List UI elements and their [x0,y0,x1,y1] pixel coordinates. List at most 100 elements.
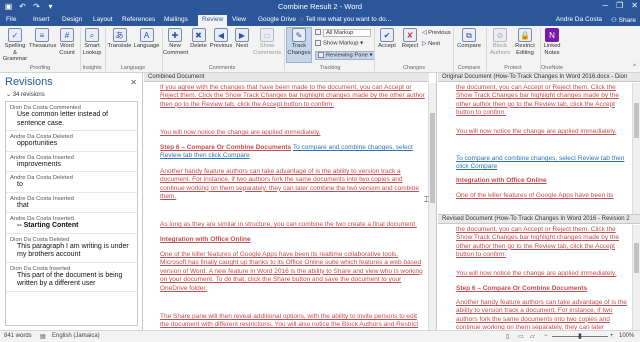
accept-button[interactable]: ✔ Accept [376,28,398,50]
translate-button[interactable]: あ Translate [106,28,133,50]
tab-view[interactable]: View [232,16,246,23]
reject-button[interactable]: ✘ Reject [399,28,421,50]
smart-lookup-button[interactable]: ⌕ Smart Lookup [81,28,103,56]
tracking-group-label: Tracking [319,65,341,71]
tab-mailings[interactable]: Mailings [164,16,188,23]
revision-item[interactable]: Dion Da Costa Inserted This part of the d… [6,263,137,292]
revision-item[interactable]: Andre Da Costa Deleted to [6,172,137,193]
revision-item[interactable]: Dion Da Costa Deleted This paragraph I am… [6,234,137,263]
combined-paragraph-5[interactable]: As long as they are similar in structure… [160,221,425,229]
minimize-button[interactable]: ─ [602,1,608,10]
tab-review[interactable]: Review [198,15,228,26]
revision-item[interactable]: Andre Da Costa Inserted that [6,193,137,213]
restrict-editing-button[interactable]: 🔒 Restrict Editing [512,28,538,56]
show-markup-icon [315,40,321,46]
revised-paragraph-3[interactable]: Another handy feature authors can take a… [456,299,628,330]
word-count-status[interactable]: 841 words [4,333,32,339]
compare-button[interactable]: ⧉ Compare [455,28,483,50]
zoom-out-icon[interactable]: − [544,333,548,339]
revision-item[interactable]: Dion Da Costa Commented Use common letter… [6,102,137,131]
tell-me-search[interactable]: ◌ Tell me what you want to do... [300,16,391,23]
scroll-thumb[interactable] [634,103,639,138]
track-changes-button[interactable]: ✎ Track Changes [286,27,312,63]
web-layout-icon[interactable]: ▱ [530,333,535,340]
previous-change-label: Previous [428,30,451,36]
next-comment-button[interactable]: ▶ Next [233,28,251,50]
word-count-button[interactable]: # Word Count [56,28,78,56]
original-paragraph-1[interactable]: the document, you can Accept or Reject t… [456,84,628,118]
show-markup-dropdown[interactable]: Show Markup ▾ [315,40,363,47]
combined-document-pane[interactable]: Combined Document If you agree with the … [144,73,437,330]
original-document-pane[interactable]: Original Document (How-To Track Changes … [438,73,640,214]
proofing-status-icon[interactable]: ▤ [40,333,46,340]
combined-scrollbar[interactable] [428,83,436,330]
inserted-text: As long as they are similar in structure… [160,221,417,228]
original-scrollbar[interactable] [632,83,640,214]
next-comment-label: Next [236,43,248,49]
close-pane-icon[interactable]: ✕ [130,78,137,87]
combined-paragraph-4[interactable]: Another handy feature authors can take a… [160,168,425,202]
language-group-label: Language [120,65,146,71]
revisions-list[interactable]: Dion Da Costa Commented Use common letter… [5,101,138,326]
show-comments-label: Show Comments [253,43,282,56]
scroll-thumb[interactable] [634,243,639,273]
zoom-level[interactable]: 100% [619,333,634,339]
revised-paragraph-2[interactable]: You will now notice the change are appli… [456,270,628,278]
previous-change-button[interactable]: ◁ Previous [422,30,451,36]
reject-label: Reject [401,43,419,49]
tab-insert[interactable]: Insert [33,16,49,23]
spelling-grammar-button[interactable]: ✓ Spelling & Grammar [2,28,28,63]
print-layout-icon[interactable]: ▭ [518,333,524,340]
original-paragraph-2[interactable]: You will now notice the change are appli… [456,128,628,136]
revision-count[interactable]: ⌄ 34 revisions [6,91,45,98]
user-name[interactable]: Andre Da Costa [556,16,602,23]
combined-paragraph-2[interactable]: You will now notice the change are appli… [160,129,425,137]
original-paragraph-4[interactable]: One of the killer features of Google App… [456,192,628,200]
revision-item[interactable]: Andre Da Costa Inserted improvements [6,152,137,172]
tab-design[interactable]: Design [62,16,82,23]
block-authors-button[interactable]: ⊘ Block Authors [488,28,512,56]
revision-item[interactable]: Andre Da Costa Deleted opportunities [6,131,137,152]
combined-paragraph-6[interactable]: One of the killer features of Google App… [160,251,425,293]
tab-layout[interactable]: Layout [93,16,113,23]
language-button[interactable]: A Language [133,28,160,50]
original-paragraph-3[interactable]: To compare and combine changes, select R… [456,155,628,172]
close-button[interactable]: ✕ [631,1,638,10]
tab-file[interactable]: File [6,16,16,23]
revisions-title: Revisions [5,76,53,88]
share-button[interactable]: ⚇ Share [611,16,636,24]
scroll-thumb[interactable] [430,113,435,203]
markup-view-dropdown[interactable]: All Markup [315,29,371,37]
restore-button[interactable]: ❐ [616,1,623,10]
revision-item[interactable]: Andre Da Costa Inserted -- Starting Conte… [6,213,137,234]
original-heading-office-online[interactable]: Integration with Office Online [456,177,628,185]
reviewing-pane-button[interactable]: Reviewing Pane ▾ [315,51,376,60]
onenote-group-label: OneNote [540,65,563,71]
combined-paragraph-3[interactable]: Step 6 – Compare Or Combine Documents To… [160,144,425,161]
inserted-text: Another handy feature authors can take a… [160,168,419,201]
tab-google-drive[interactable]: Google Drive [258,16,296,23]
combined-paragraph-1[interactable]: If you agree with the changes that have … [160,84,425,109]
spell-check-icon: ✓ [8,28,22,42]
read-mode-icon[interactable]: ▯ [506,333,509,340]
language-status[interactable]: English (Jamaica) [52,333,100,339]
show-comments-button[interactable]: ▭ Show Comments [253,28,281,56]
previous-comment-button[interactable]: ◀ Previous [209,28,233,50]
tab-references[interactable]: References [122,16,155,23]
revised-scrollbar[interactable] [632,225,640,330]
new-comment-button[interactable]: ✚ New Comment [163,28,188,56]
revised-paragraph-1[interactable]: the document, you can Accept or Reject t… [456,226,628,260]
zoom-thumb[interactable]: ▮ [578,332,582,340]
title-bar: ▣ ↶ ↷ ▾ Combine Result 2 - Word ─ ❐ ✕ [0,0,640,14]
revised-document-pane[interactable]: Revised Document (How-To Track Changes I… [438,214,640,330]
next-change-button[interactable]: ▷ Next [422,41,440,47]
collapse-ribbon-icon[interactable]: ^ [633,64,636,70]
linked-notes-button[interactable]: N Linked Notes [541,28,563,56]
delete-comment-button[interactable]: ✖ Delete [188,28,209,50]
inserted-text: You will now notice the change are appli… [160,129,321,136]
thesaurus-button[interactable]: ≡ Thesaurus [29,28,56,50]
combined-heading-office-online[interactable]: Integration with Office Online [160,236,425,244]
zoom-in-icon[interactable]: + [610,333,614,339]
revised-heading-step-6[interactable]: Step 6 – Compare Or Combine Documents [456,285,628,293]
combined-paragraph-7[interactable]: The Share pane will then reveal addition… [160,313,425,330]
